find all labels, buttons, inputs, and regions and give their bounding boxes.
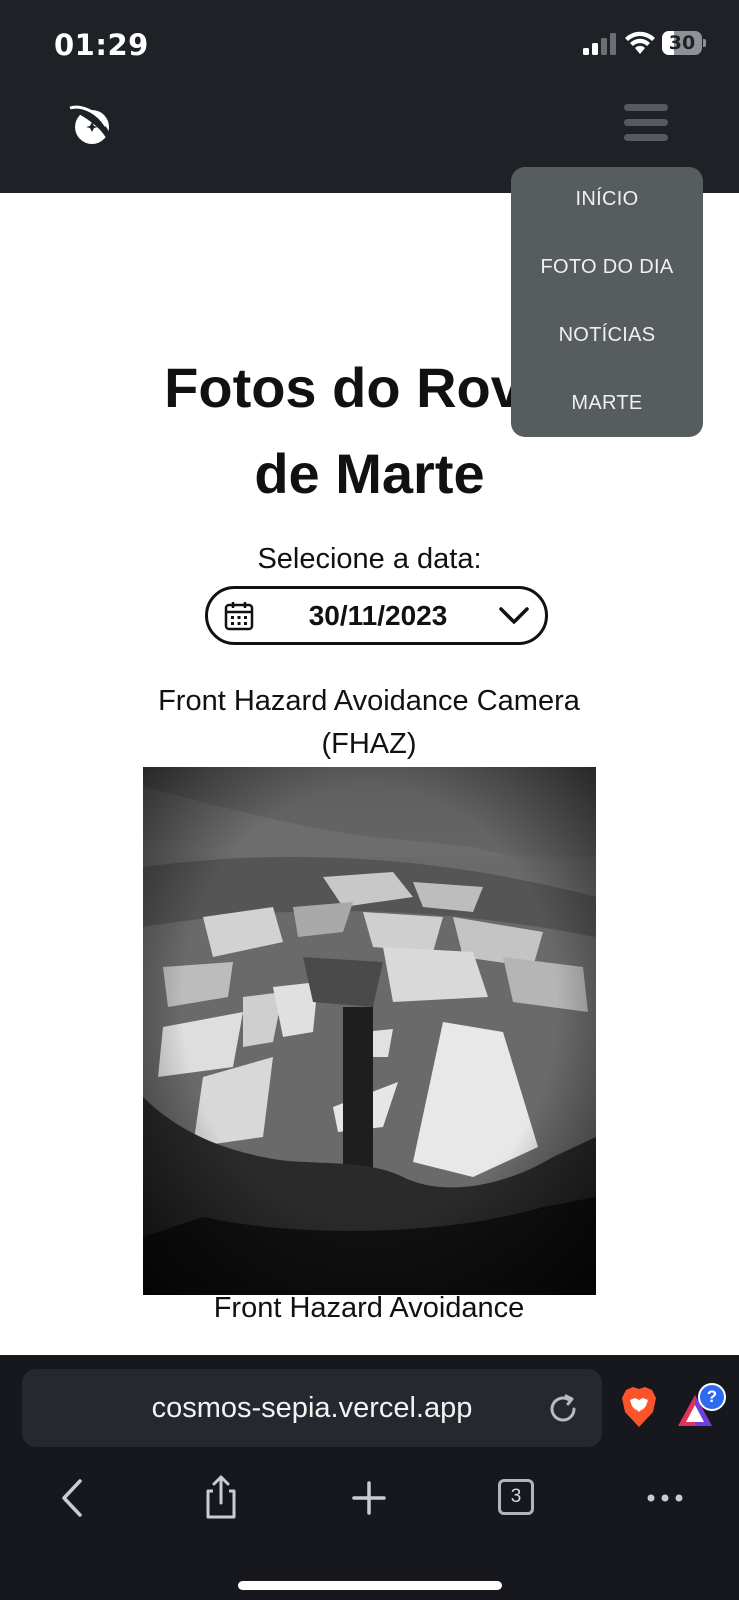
rover-photo[interactable] [143, 767, 596, 1295]
hamburger-menu-button[interactable] [622, 104, 670, 144]
chevron-down-icon [499, 607, 529, 624]
browser-toolbar: cosmos-sepia.vercel.app ? 3 [0, 1355, 739, 1600]
brave-rewards-button[interactable]: ? [676, 1383, 728, 1433]
tabs-button[interactable]: 3 [490, 1471, 544, 1525]
battery-icon: 30 [662, 31, 706, 55]
url-text: cosmos-sepia.vercel.app [151, 1392, 473, 1424]
battery-percent: 30 [668, 32, 696, 54]
status-time: 01:29 [54, 28, 149, 62]
new-tab-icon[interactable] [342, 1471, 396, 1525]
tab-count: 3 [498, 1479, 534, 1515]
date-value: 30/11/2023 [308, 600, 448, 631]
rewards-badge: ? [698, 1383, 726, 1411]
status-bar: 01:29 30 [0, 0, 739, 88]
nav-item-foto-do-dia[interactable]: FOTO DO DIA [511, 256, 703, 279]
cellular-signal-icon [583, 33, 616, 55]
nav-item-inicio[interactable]: INÍCIO [511, 188, 703, 211]
date-label: Selecione a data: [257, 543, 482, 575]
nav-dropdown-menu: INÍCIO FOTO DO DIA NOTÍCIAS MARTE [511, 167, 703, 437]
reload-icon[interactable] [547, 1393, 579, 1425]
share-icon[interactable] [194, 1471, 248, 1525]
camera-caption: Front Hazard Avoidance [213, 1292, 525, 1324]
nav-item-noticias[interactable]: NOTÍCIAS [511, 324, 703, 347]
wifi-icon [625, 31, 655, 54]
page-title-line-2: de Marte [254, 442, 485, 505]
cosmos-logo-icon[interactable] [68, 102, 116, 150]
calendar-icon [224, 602, 254, 631]
more-options-icon[interactable] [638, 1471, 692, 1525]
nav-item-marte[interactable]: MARTE [511, 392, 703, 415]
camera-caption: Front Hazard Avoidance Camera (FHAZ) [158, 685, 580, 760]
address-bar[interactable]: cosmos-sepia.vercel.app [22, 1369, 602, 1447]
home-indicator [238, 1581, 502, 1590]
brave-shields-icon[interactable] [620, 1386, 658, 1428]
back-icon[interactable] [46, 1471, 100, 1525]
date-picker[interactable]: 30/11/2023 [205, 586, 548, 645]
